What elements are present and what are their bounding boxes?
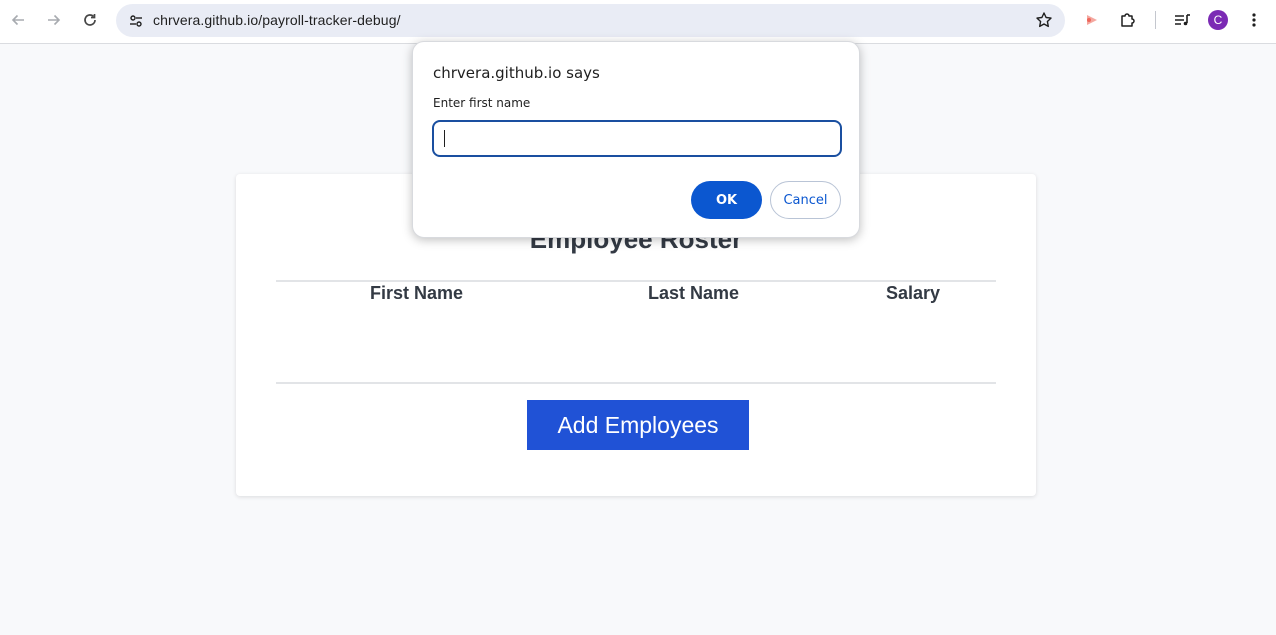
reload-icon[interactable] [76, 6, 104, 34]
dialog-message: Enter first name [433, 96, 531, 110]
reading-list-icon[interactable] [1168, 6, 1196, 34]
profile-avatar[interactable]: C [1208, 10, 1228, 30]
column-header-first-name: First Name [370, 283, 464, 303]
bookmark-star-icon[interactable] [1033, 9, 1055, 31]
toolbar-divider [1155, 11, 1156, 29]
extensions-puzzle-icon[interactable] [1114, 6, 1142, 34]
dialog-title: chrvera.github.io says [433, 64, 600, 82]
site-info-icon[interactable] [122, 7, 149, 34]
cancel-button[interactable]: Cancel [770, 181, 841, 219]
forward-arrow-icon[interactable] [40, 6, 68, 34]
url-text[interactable]: chrvera.github.io/payroll-tracker-debug/ [153, 12, 401, 28]
column-header-salary: Salary [886, 283, 941, 303]
ok-button[interactable]: OK [691, 181, 762, 219]
back-arrow-icon[interactable] [4, 6, 32, 34]
screen-record-icon[interactable] [1078, 6, 1106, 34]
table-bottom-divider [276, 382, 996, 384]
address-bar[interactable]: chrvera.github.io/payroll-tracker-debug/ [116, 4, 1065, 37]
first-name-input[interactable] [432, 120, 842, 157]
column-header-last-name: Last Name [648, 283, 740, 303]
table-top-divider [276, 280, 996, 282]
prompt-dialog: chrvera.github.io says Enter first name … [412, 41, 860, 238]
browser-toolbar: chrvera.github.io/payroll-tracker-debug/… [0, 0, 1276, 44]
kebab-menu-icon[interactable] [1240, 6, 1268, 34]
text-caret [444, 130, 445, 147]
add-employees-button[interactable]: Add Employees [527, 400, 749, 450]
